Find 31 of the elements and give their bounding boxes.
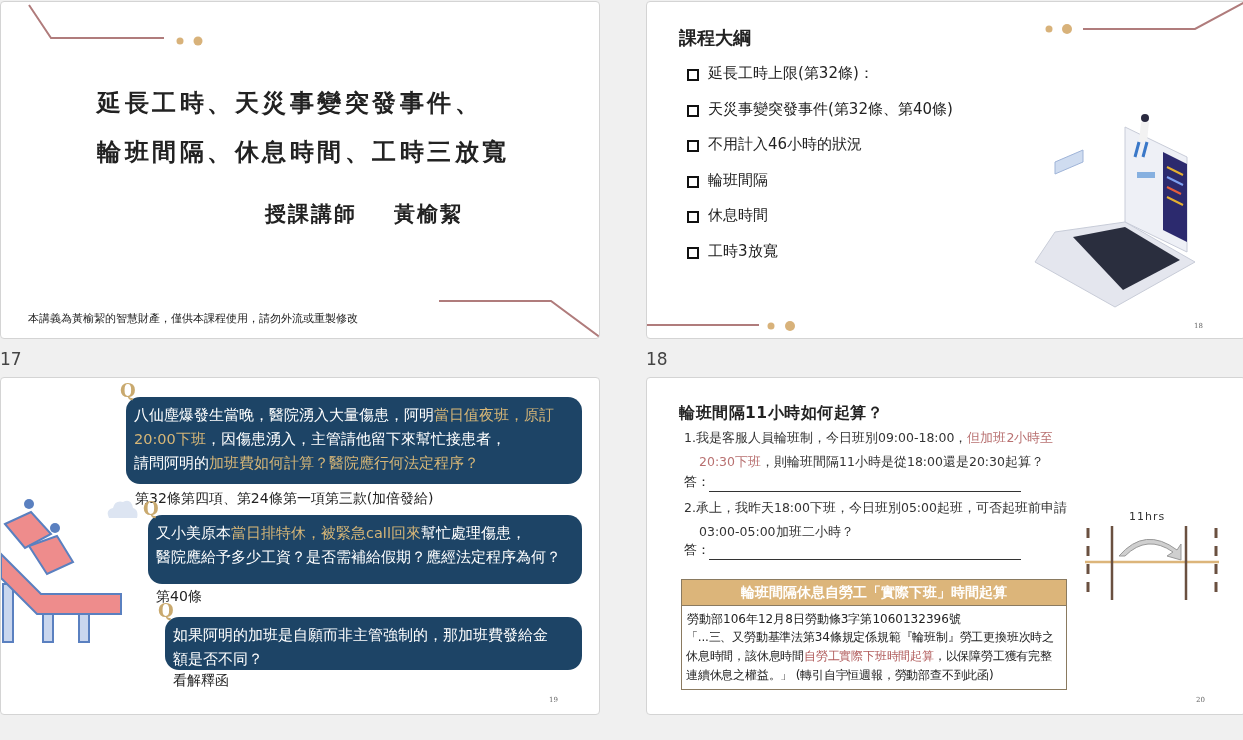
answer-text: 第40條 [156,588,202,604]
presenter-name: 黃榆絜 [394,201,463,228]
bullet-icon [687,104,699,117]
diagram-label: 11hrs [1129,510,1166,523]
bullet-icon [687,69,699,81]
outline-item: 天災事變突發事件(第32條、第40條) [708,99,953,119]
bullet-icon [687,140,699,153]
bullet-icon [687,247,699,259]
bullet-icon [687,175,699,188]
slide-title: 課程大綱 [679,26,751,50]
box-header: 輪班間隔休息自勞工「實際下班」時間起算 [682,580,1066,606]
slide-title: 延長工時、天災事變突發事件、 [97,88,482,119]
slide-title: 輪班間隔、休息時間、工時三放寬 [97,137,510,168]
reference-text: 勞動部106年12月8日勞動條3字第1060132396號 [687,611,962,628]
question-text: 1.我是客服人員輪班制，今日班別09:00-18:00，但加班2小時至20:30下班，則輪班間隔11小時是從18:00還是20:30起算？ [684,429,1055,471]
question-text: 2.承上，我昨天18:00下班，今日班別05:00起班，可否起班前申請03:00-05:00加班二小時？ [684,499,1068,541]
bullet-icon [687,211,699,224]
outline-item: 輪班間隔 [708,170,768,190]
slide-number: 17 [0,349,22,369]
answer-label: 答： [684,542,710,559]
outline-item: 延長工時上限(第32條)： [708,64,874,83]
outline-item: 休息時間 [708,206,768,226]
outline-item: 不用計入46小時的狀況 [708,135,863,155]
slide-title: 輪班間隔11小時如何起算？ [679,403,884,424]
answer-text: 看解釋函 [173,672,229,690]
slide-number: 18 [646,349,668,369]
answer-label: 答： [684,474,710,491]
quote-text: 「...三、又勞動基準法第34條規定係規範『輪班制』勞工更換班次時之休息時間，該休息時間自勞工實際下班時間起算，以保障勞工獲有完整連續休息之權益。」 (轉引自宇恒週報，勞動部查不到此函) [686,629,1055,684]
copyright-notice: 本講義為黃榆絜的智慧財產，僅供本課程使用，請勿外流或重製修改 [28,311,358,326]
presenter-label: 授課講師 [265,201,357,228]
outline-item: 工時3放寬 [708,242,778,261]
